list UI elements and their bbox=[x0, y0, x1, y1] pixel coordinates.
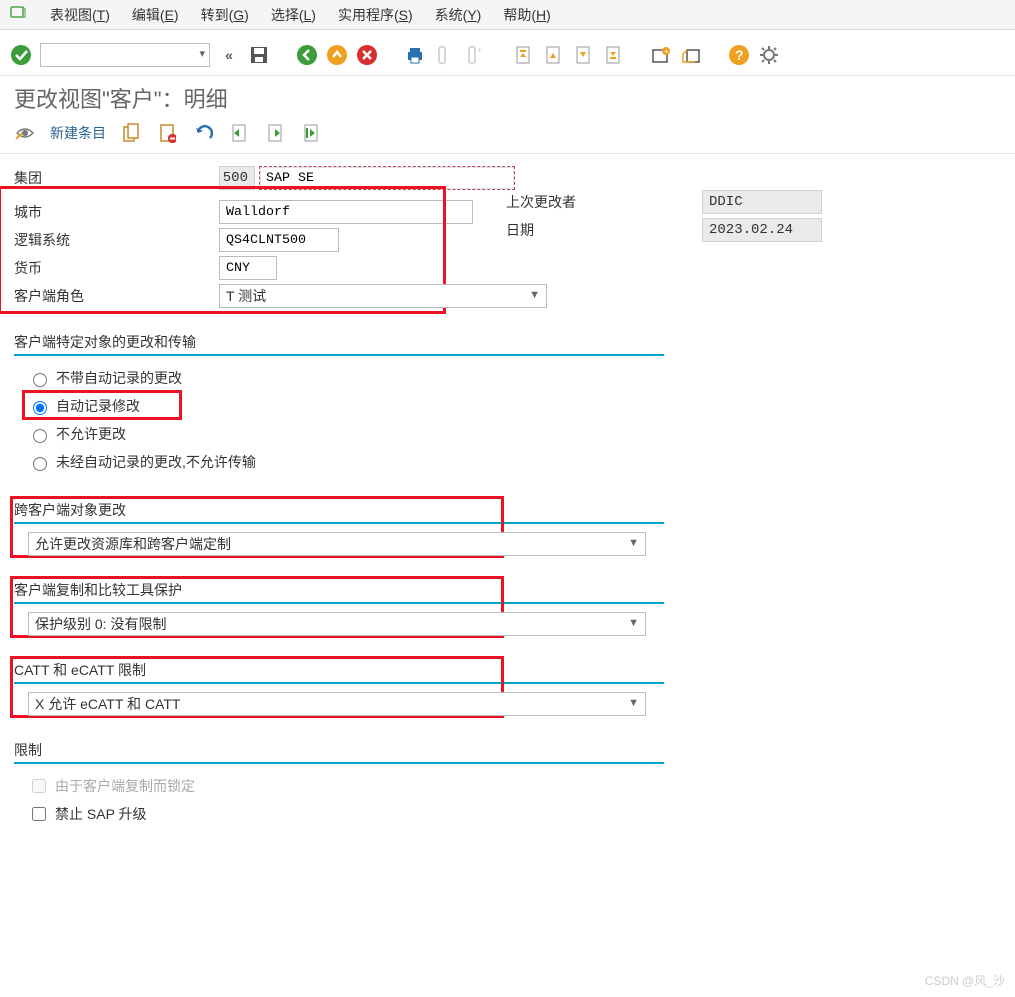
client-name-input[interactable] bbox=[259, 166, 515, 190]
copy-protection-value: 保护级别 0: 没有限制 bbox=[35, 614, 166, 634]
catt-select[interactable]: X 允许 eCATT 和 CATT ▼ bbox=[28, 692, 646, 716]
city-input[interactable] bbox=[219, 200, 473, 224]
cancel-button[interactable] bbox=[356, 44, 378, 66]
delete-button[interactable] bbox=[156, 122, 178, 144]
menu-util[interactable]: 实用程序(S) bbox=[338, 5, 413, 25]
client-value: 500 bbox=[219, 166, 255, 190]
chevron-down-icon: ▼ bbox=[529, 289, 540, 301]
chevron-down-icon: ▼ bbox=[628, 537, 639, 549]
radio-opt3[interactable] bbox=[33, 429, 47, 443]
changed-by-label: 上次更改者 bbox=[506, 192, 702, 212]
client-label: 集团 bbox=[14, 168, 219, 188]
table-control-button[interactable] bbox=[300, 122, 322, 144]
history-icon[interactable]: « bbox=[218, 44, 240, 66]
svg-text:+: + bbox=[477, 45, 482, 55]
form-header: 集团 500 bbox=[0, 154, 1015, 188]
changed-by-value: DDIC bbox=[702, 190, 822, 214]
menu-system[interactable]: 系统(Y) bbox=[435, 5, 482, 25]
menu-select[interactable]: 选择(L) bbox=[271, 5, 316, 25]
prev-page-button[interactable] bbox=[542, 44, 564, 66]
layout-button[interactable] bbox=[680, 44, 702, 66]
svg-text:+: + bbox=[664, 47, 669, 56]
function-toolbar: 新建条目 bbox=[0, 114, 1015, 154]
new-entry-button[interactable]: 新建条目 bbox=[50, 123, 106, 143]
group-client-specific-title: 客户端特定对象的更改和传输 bbox=[14, 332, 664, 356]
next-entry-button[interactable] bbox=[264, 122, 286, 144]
chk-locked bbox=[32, 779, 46, 793]
currency-input[interactable] bbox=[219, 256, 277, 280]
currency-label: 货币 bbox=[14, 258, 219, 278]
next-page-button[interactable] bbox=[572, 44, 594, 66]
undo-button[interactable] bbox=[192, 122, 214, 144]
logical-system-input[interactable] bbox=[219, 228, 339, 252]
chevron-down-icon: ▼ bbox=[628, 617, 639, 629]
local-layout-button[interactable] bbox=[758, 44, 780, 66]
copy-protection-select[interactable]: 保护级别 0: 没有限制 ▼ bbox=[28, 612, 646, 636]
radio-opt3-label: 不允许更改 bbox=[56, 424, 126, 444]
sap-logo-icon bbox=[8, 5, 28, 24]
radio-opt2[interactable] bbox=[33, 401, 47, 415]
back-button[interactable] bbox=[296, 44, 318, 66]
exit-button[interactable] bbox=[326, 44, 348, 66]
radio-opt1-label: 不带自动记录的更改 bbox=[56, 368, 182, 388]
radio-opt2-label: 自动记录修改 bbox=[56, 396, 140, 416]
cross-client-value: 允许更改资源库和跨客户端定制 bbox=[35, 534, 231, 554]
group-restrictions: 限制 由于客户端复制而锁定 禁止 SAP 升级 bbox=[14, 740, 664, 828]
first-page-button[interactable] bbox=[512, 44, 534, 66]
group-restrictions-title: 限制 bbox=[14, 740, 664, 764]
chk-no-upgrade[interactable] bbox=[32, 807, 46, 821]
find-next-button[interactable]: + bbox=[464, 44, 486, 66]
command-field[interactable] bbox=[40, 43, 210, 67]
copy-button[interactable] bbox=[120, 122, 142, 144]
city-label: 城市 bbox=[14, 202, 219, 222]
group-copy-protection-title: 客户端复制和比较工具保护 bbox=[14, 580, 664, 604]
group-cross-client-title: 跨客户端对象更改 bbox=[14, 500, 664, 524]
client-role-select[interactable]: T 测试 ▼ bbox=[219, 284, 547, 308]
group-copy-protection: 客户端复制和比较工具保护 保护级别 0: 没有限制 ▼ bbox=[14, 580, 664, 636]
app-toolbar: « + + ? bbox=[0, 30, 1015, 76]
find-button[interactable] bbox=[434, 44, 456, 66]
last-page-button[interactable] bbox=[602, 44, 624, 66]
watermark: CSDN @风_沙 bbox=[925, 972, 1005, 989]
logical-system-label: 逻辑系统 bbox=[14, 230, 219, 250]
chk-no-upgrade-label: 禁止 SAP 升级 bbox=[55, 804, 147, 824]
date-label: 日期 bbox=[506, 220, 702, 240]
group-catt: CATT 和 eCATT 限制 X 允许 eCATT 和 CATT ▼ bbox=[14, 660, 664, 716]
svg-text:?: ? bbox=[735, 47, 744, 63]
ok-button[interactable] bbox=[10, 44, 32, 66]
menubar: 表视图(T) 编辑(E) 转到(G) 选择(L) 实用程序(S) 系统(Y) 帮… bbox=[0, 0, 1015, 30]
chk-locked-label: 由于客户端复制而锁定 bbox=[55, 776, 195, 796]
menu-edit[interactable]: 编辑(E) bbox=[132, 5, 179, 25]
group-client-specific: 客户端特定对象的更改和传输 不带自动记录的更改 自动记录修改 不允许更改 未经自… bbox=[14, 332, 664, 476]
catt-value: X 允许 eCATT 和 CATT bbox=[35, 694, 180, 714]
menu-table-view[interactable]: 表视图(T) bbox=[50, 5, 110, 25]
page-title: 更改视图"客户"：明细 bbox=[0, 76, 1015, 114]
group-cross-client: 跨客户端对象更改 允许更改资源库和跨客户端定制 ▼ bbox=[14, 500, 664, 556]
save-button[interactable] bbox=[248, 44, 270, 66]
print-button[interactable] bbox=[404, 44, 426, 66]
previous-entry-button[interactable] bbox=[228, 122, 250, 144]
menu-help[interactable]: 帮助(H) bbox=[503, 5, 550, 25]
date-value: 2023.02.24 bbox=[702, 218, 822, 242]
chevron-down-icon: ▼ bbox=[628, 697, 639, 709]
cross-client-select[interactable]: 允许更改资源库和跨客户端定制 ▼ bbox=[28, 532, 646, 556]
menu-goto[interactable]: 转到(G) bbox=[201, 5, 249, 25]
radio-opt1[interactable] bbox=[33, 373, 47, 387]
client-role-value: T 测试 bbox=[226, 286, 266, 306]
new-session-button[interactable]: + bbox=[650, 44, 672, 66]
group-catt-title: CATT 和 eCATT 限制 bbox=[14, 660, 664, 684]
form-details: 城市 逻辑系统 货币 客户端角色 T 测试 ▼ 上次更改者 DDIC 日期 202… bbox=[0, 188, 1015, 318]
radio-opt4[interactable] bbox=[33, 457, 47, 471]
toggle-display-button[interactable] bbox=[14, 122, 36, 144]
help-button[interactable]: ? bbox=[728, 44, 750, 66]
client-role-label: 客户端角色 bbox=[14, 286, 219, 306]
radio-opt4-label: 未经自动记录的更改,不允许传输 bbox=[56, 452, 256, 472]
